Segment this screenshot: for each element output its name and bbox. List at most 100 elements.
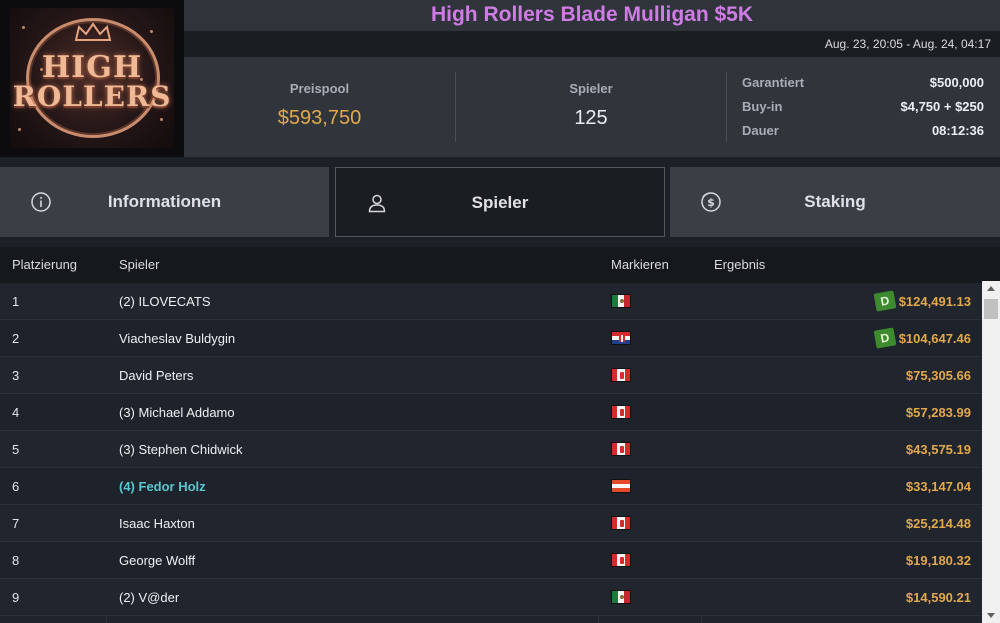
logo-art: HIGH ROLLERS: [10, 8, 174, 148]
table-row[interactable]: 9 (2) V@der $14,590.21: [0, 579, 982, 616]
prizepool-label: Preispool: [289, 81, 350, 96]
row-place: 5: [12, 442, 20, 457]
row-result: $75,305.66: [906, 357, 971, 393]
row-flag: [611, 442, 631, 456]
row-result-value: $33,147.04: [905, 478, 971, 494]
row-player-name[interactable]: David Peters: [119, 357, 193, 393]
row-place: 8: [12, 553, 20, 568]
scroll-down-arrow-icon[interactable]: [982, 607, 1000, 623]
table-row[interactable]: 8 George Wolff $19,180.32: [0, 542, 982, 579]
players-value: 125: [574, 107, 608, 129]
row-result: $25,214.48: [906, 505, 971, 541]
tournament-window: HIGH ROLLERS High Rollers Blade Mulligan…: [0, 0, 1000, 623]
row-flag: [611, 479, 631, 493]
scroll-thumb[interactable]: [984, 299, 998, 319]
mexico-flag-icon: [611, 590, 631, 604]
tournament-title: High Rollers Blade Mulligan $5K: [430, 3, 754, 26]
canada-flag-icon: [611, 442, 631, 456]
canada-flag-icon: [611, 368, 631, 382]
row-place: 1: [12, 294, 20, 309]
row-result-value: $104,647.46: [898, 330, 971, 346]
tab-spieler[interactable]: Spieler: [335, 167, 665, 237]
crown-icon: [74, 22, 112, 41]
logo-word-rollers: ROLLERS: [12, 80, 172, 113]
detail-label: Buy-in: [742, 99, 783, 114]
detail-buyin: Buy-in $4,750 + $250: [742, 99, 984, 123]
detail-label: Garantiert: [742, 75, 805, 90]
row-player-name[interactable]: (2) V@der: [119, 579, 179, 615]
tournament-dates: Aug. 23, 20:05 - Aug. 24, 04:17: [184, 31, 1000, 57]
row-flag: [611, 590, 631, 604]
row-player-name[interactable]: (2) ILOVECATS: [119, 283, 211, 319]
row-flag: [611, 294, 631, 308]
row-result: $33,147.04: [906, 468, 971, 504]
row-result: $14,590.21: [906, 579, 971, 615]
table-row[interactable]: 1 (2) ILOVECATS D $124,491.13: [0, 283, 982, 320]
table-row[interactable]: 4 (3) Michael Addamo $57,283.99: [0, 394, 982, 431]
prizepool-stat: Preispool $593,750: [184, 57, 455, 130]
tab-informationen[interactable]: Informationen: [0, 167, 329, 237]
row-flag: [611, 368, 631, 382]
table-row[interactable]: 3 David Peters $75,305.66: [0, 357, 982, 394]
detail-label: Dauer: [742, 123, 779, 138]
detail-value: 08:12:36: [931, 123, 984, 138]
tab-label: Informationen: [107, 192, 222, 211]
sparkle: [18, 128, 21, 131]
sparkle: [150, 30, 153, 33]
tab-bar: Informationen Spieler $ Staking: [0, 157, 1000, 247]
d-badge-icon[interactable]: D: [873, 290, 897, 312]
row-result-value: $14,590.21: [905, 589, 971, 605]
row-player-name[interactable]: (3) Stephen Chidwick: [119, 431, 243, 467]
players-stat: Spieler 125: [456, 57, 726, 130]
row-player-name[interactable]: Isaac Haxton: [119, 505, 195, 541]
row-place: 6: [12, 479, 20, 494]
row-result-value: $75,305.66: [905, 367, 971, 383]
detail-value: $4,750 + $250: [900, 99, 985, 114]
players-label: Spieler: [569, 81, 613, 96]
austria-flag-icon: [611, 479, 631, 493]
sparkle: [160, 118, 163, 121]
prizepool-value: $593,750: [277, 107, 362, 129]
title-bar: High Rollers Blade Mulligan $5K: [184, 0, 1000, 31]
row-flag: [611, 516, 631, 530]
croatia-flag-icon: [611, 331, 631, 345]
header-player[interactable]: Spieler: [119, 247, 159, 283]
row-result-value: $19,180.32: [905, 552, 971, 568]
table-header: Platzierung Spieler Markieren Ergebnis: [0, 247, 1000, 283]
table-row[interactable]: 6 (4) Fedor Holz $33,147.04: [0, 468, 982, 505]
row-result-value: $57,283.99: [905, 404, 971, 420]
canada-flag-icon: [611, 553, 631, 567]
table-scrollbar[interactable]: [982, 281, 1000, 623]
row-player-name[interactable]: Viacheslav Buldygin: [119, 320, 235, 356]
row-result-value: $124,491.13: [898, 293, 971, 309]
header-place[interactable]: Platzierung: [12, 247, 77, 283]
tab-label: Staking: [804, 192, 866, 211]
scroll-up-arrow-icon[interactable]: [982, 281, 1000, 297]
detail-duration: Dauer 08:12:36: [742, 123, 984, 147]
sparkle: [22, 26, 25, 29]
details-list: Garantiert $500,000 Buy-in $4,750 + $250…: [742, 75, 984, 147]
tab-staking[interactable]: $ Staking: [670, 167, 1000, 237]
d-badge-icon[interactable]: D: [873, 327, 897, 349]
header-flag[interactable]: Markieren: [611, 247, 669, 283]
table-row[interactable]: 5 (3) Stephen Chidwick $43,575.19: [0, 431, 982, 468]
header-result[interactable]: Ergebnis: [714, 247, 765, 283]
row-player-name[interactable]: (4) Fedor Holz: [119, 468, 206, 504]
row-flag: [611, 553, 631, 567]
row-flag: [611, 331, 631, 345]
row-player-name[interactable]: George Wolff: [119, 542, 195, 578]
high-rollers-logo: HIGH ROLLERS: [0, 0, 184, 157]
row-place: 7: [12, 516, 20, 531]
row-result-value: $43,575.19: [905, 441, 971, 457]
row-player-name[interactable]: (3) Michael Addamo: [119, 394, 235, 430]
results-table: Platzierung Spieler Markieren Ergebnis 1…: [0, 247, 1000, 623]
row-flag: [611, 405, 631, 419]
detail-value: $500,000: [929, 75, 984, 90]
tab-label: Spieler: [471, 193, 529, 212]
row-place: 3: [12, 368, 20, 383]
table-row[interactable]: 7 Isaac Haxton $25,214.48: [0, 505, 982, 542]
row-result: D $124,491.13: [873, 283, 971, 319]
row-result: $43,575.19: [906, 431, 971, 467]
table-row[interactable]: 2 Viacheslav Buldygin D $104,647.46: [0, 320, 982, 357]
row-result-value: $25,214.48: [905, 515, 971, 531]
